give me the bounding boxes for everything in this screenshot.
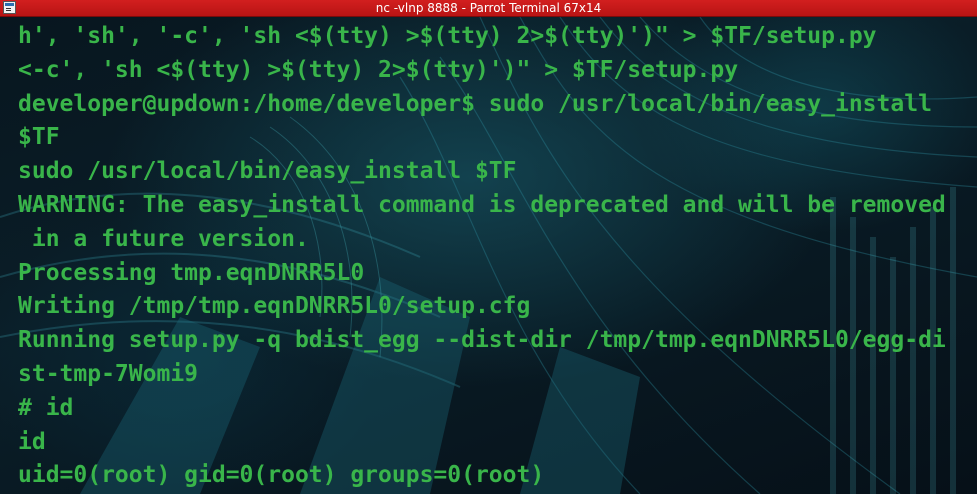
terminal-line: st-tmp-7Womi9 — [18, 360, 199, 387]
terminal-line: $TF — [18, 124, 60, 151]
terminal-line: uid=0(root) gid=0(root) groups=0(root) — [18, 462, 545, 489]
title-bar[interactable]: nc -vlnp 8888 - Parrot Terminal 67x14 — [0, 0, 977, 17]
terminal-line: WARNING: The easy_install command is dep… — [18, 191, 946, 218]
terminal-line: in a future version. — [18, 225, 309, 252]
terminal-line: Running setup.py -q bdist_egg --dist-dir… — [18, 327, 946, 354]
terminal-line: sudo /usr/local/bin/easy_install $TF — [18, 158, 517, 185]
terminal-line: developer@updown:/home/developer$ sudo /… — [18, 90, 932, 117]
terminal-line: # id — [18, 394, 74, 421]
terminal-line: h', 'sh', '-c', 'sh <$(tty) >$(tty) 2>$(… — [18, 23, 877, 49]
window-title: nc -vlnp 8888 - Parrot Terminal 67x14 — [375, 1, 602, 15]
terminal-window: nc -vlnp 8888 - Parrot Terminal 67x14 h'… — [0, 0, 977, 494]
terminal-line: <-c', 'sh <$(tty) >$(tty) 2>$(tty)')" > … — [18, 56, 739, 83]
terminal-line: Processing tmp.eqnDNRR5L0 — [18, 259, 365, 286]
terminal-output[interactable]: h', 'sh', '-c', 'sh <$(tty) >$(tty) 2>$(… — [18, 20, 973, 493]
terminal-line: Writing /tmp/tmp.eqnDNRR5L0/setup.cfg — [18, 293, 531, 320]
terminal-line: id — [18, 428, 46, 455]
